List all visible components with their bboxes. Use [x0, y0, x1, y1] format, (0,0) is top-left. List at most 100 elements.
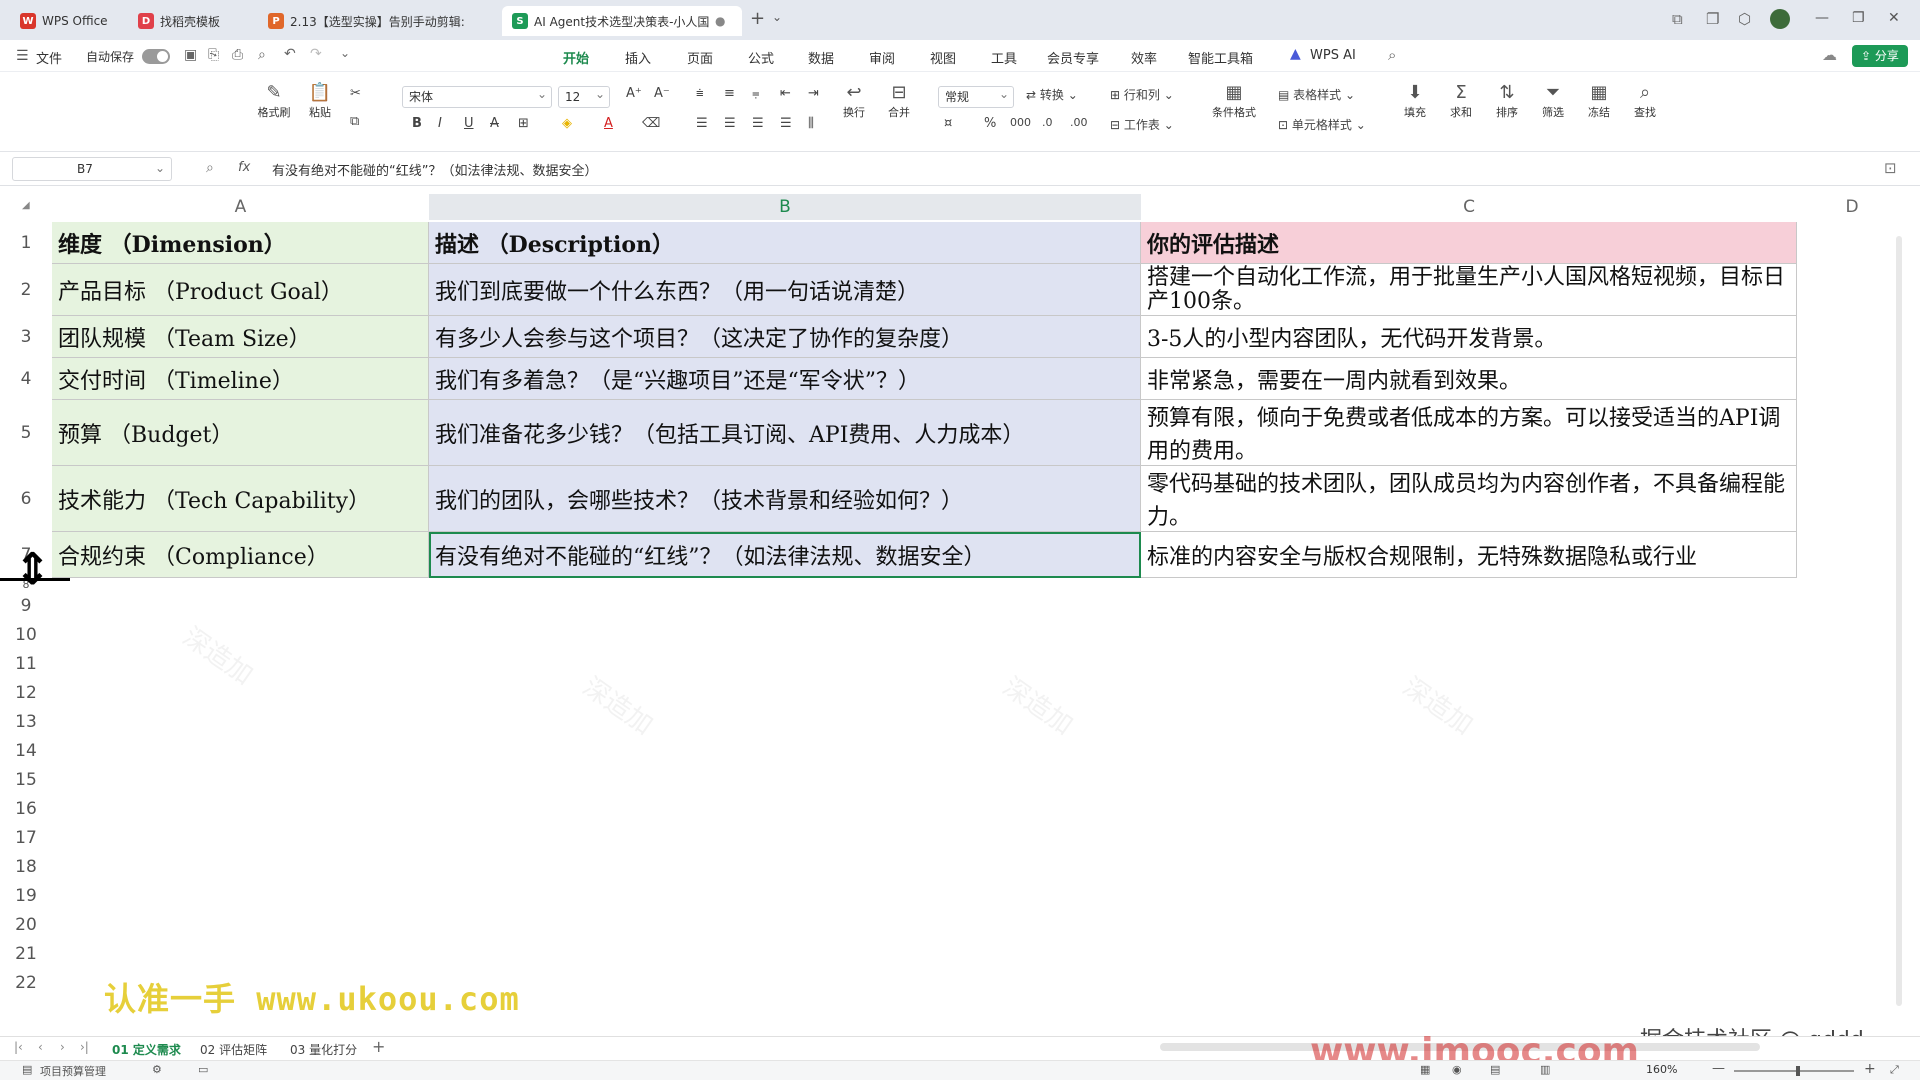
align-center-icon[interactable]: ☰	[724, 116, 736, 131]
add-sheet-icon[interactable]: +	[372, 1037, 385, 1056]
font-color-icon[interactable]: A	[604, 116, 613, 131]
new-tab-icon[interactable]: +	[750, 8, 765, 29]
column-header-b[interactable]: B	[429, 194, 1141, 220]
row-header[interactable]: 4	[0, 358, 52, 400]
align-bottom-icon[interactable]: ⩦	[752, 86, 760, 101]
menu-home[interactable]: 开始	[563, 48, 590, 74]
save-icon[interactable]: ▣	[184, 47, 197, 63]
cell-c7[interactable]: 标准的内容安全与版权合规限制，无特殊数据隐私或行业	[1141, 532, 1797, 578]
sheet-tab-eval-matrix[interactable]: 02 评估矩阵	[200, 1041, 267, 1058]
merge-button[interactable]: ⊟ 合并	[878, 82, 920, 120]
row-header[interactable]: 19	[0, 882, 52, 911]
close-tab-icon[interactable]: ●	[715, 14, 725, 28]
column-header-a[interactable]: A	[52, 194, 429, 220]
export-icon[interactable]: ⎘	[208, 47, 219, 63]
next-sheet-icon[interactable]: ›	[60, 1040, 65, 1054]
cell-b2[interactable]: 我们到底要做一个什么东西？（用一句话说清楚）	[429, 264, 1141, 316]
status-macro-icon[interactable]: ⚙	[152, 1063, 162, 1076]
cell-c3[interactable]: 3-5人的小型内容团队，无代码开发背景。	[1141, 316, 1797, 358]
row-header[interactable]: 11	[0, 650, 52, 679]
cell-b4[interactable]: 我们有多着急？（是“兴趣项目”还是“军令状”？）	[429, 358, 1141, 400]
vertical-scrollbar[interactable]	[1896, 236, 1902, 1006]
underline-icon[interactable]: U	[464, 116, 474, 131]
row-header[interactable]: 20	[0, 911, 52, 940]
increase-decimal-icon[interactable]: .0	[1042, 116, 1053, 129]
menu-tools[interactable]: 工具	[991, 48, 1017, 67]
tab-list-icon[interactable]: ⌄	[772, 10, 782, 24]
tab-spreadsheet-active[interactable]: S AI Agent技术选型决策表-小人国 ●	[502, 6, 742, 36]
row-header[interactable]: 15	[0, 766, 52, 795]
tab-template[interactable]: D 找稻壳模板	[128, 6, 258, 36]
menu-efficiency[interactable]: 效率	[1131, 48, 1157, 67]
zoom-out-icon[interactable]: —	[1712, 1061, 1725, 1076]
row-header[interactable]: 22	[0, 969, 52, 998]
menu-formula[interactable]: 公式	[748, 48, 774, 67]
menu-file[interactable]: 文件	[36, 48, 62, 67]
eye-protect-icon[interactable]: ◉	[1452, 1063, 1462, 1076]
row-header[interactable]: 1	[0, 222, 52, 264]
cell-c1[interactable]: 你的评估描述	[1141, 222, 1797, 264]
column-header-c[interactable]: C	[1141, 194, 1797, 220]
cloud-icon[interactable]: ☁	[1822, 46, 1837, 64]
thousands-icon[interactable]: 000	[1010, 116, 1031, 129]
view-normal-icon[interactable]: ▦	[1420, 1063, 1430, 1076]
format-painter-button[interactable]: ✎ 格式刷	[256, 82, 292, 120]
tab-wps-office[interactable]: W WPS Office	[10, 6, 130, 36]
row-header[interactable]: 9	[0, 592, 52, 621]
cell-style-button[interactable]: ⊡ 单元格样式 ⌄	[1278, 116, 1366, 133]
undo-icon[interactable]: ↶	[284, 46, 296, 62]
column-header-d[interactable]: D	[1797, 194, 1906, 220]
decrease-decimal-icon[interactable]: .00	[1070, 116, 1088, 129]
cell-c4[interactable]: 非常紧急，需要在一周内就看到效果。	[1141, 358, 1797, 400]
font-name-select[interactable]: 宋体	[402, 84, 552, 108]
autosave-toggle[interactable]	[142, 49, 170, 64]
menu-data[interactable]: 数据	[808, 48, 834, 67]
row-header[interactable]: 10	[0, 621, 52, 650]
expand-formula-icon[interactable]: ⊡	[1884, 159, 1897, 177]
window-icon[interactable]: ❐	[1706, 10, 1719, 28]
justify-icon[interactable]: ☰	[780, 116, 792, 131]
font-size-select[interactable]: 12	[558, 84, 610, 108]
fullscreen-icon[interactable]: ⤢	[1890, 1063, 1899, 1077]
indent-decrease-icon[interactable]: ⇤	[780, 86, 791, 101]
cut-icon[interactable]: ✂	[350, 86, 361, 101]
close-window-icon[interactable]: ✕	[1888, 10, 1900, 26]
redo-icon[interactable]: ↷	[310, 46, 322, 62]
select-all-corner[interactable]: ◢	[22, 200, 30, 211]
menu-insert[interactable]: 插入	[625, 48, 651, 67]
last-sheet-icon[interactable]: ›|	[80, 1040, 89, 1054]
cell-a3[interactable]: 团队规模 （Team Size）	[52, 316, 429, 358]
table-style-button[interactable]: ▤ 表格样式 ⌄	[1278, 86, 1355, 103]
cell-b6[interactable]: 我们的团队，会哪些技术？（技术背景和经验如何？）	[429, 466, 1141, 532]
menu-member[interactable]: 会员专享	[1047, 48, 1099, 67]
menu-view[interactable]: 视图	[930, 48, 956, 67]
row-header[interactable]: 21	[0, 940, 52, 969]
distribute-icon[interactable]: ⫼	[808, 116, 814, 131]
quick-access-dropdown-icon[interactable]: ⌄	[340, 46, 350, 60]
row-header[interactable]: 17	[0, 824, 52, 853]
restore-icon[interactable]: ❐	[1852, 10, 1865, 26]
zoom-in-icon[interactable]: +	[1864, 1061, 1876, 1077]
filter-button[interactable]: ⏷ 筛选	[1534, 82, 1572, 120]
row-header[interactable]: 13	[0, 708, 52, 737]
number-format-select[interactable]: 常规	[938, 84, 1014, 108]
sheet-tab-define-needs[interactable]: 01 定义需求	[112, 1041, 181, 1062]
menu-wps-ai[interactable]: WPS AI	[1310, 48, 1356, 63]
print-icon[interactable]: ⎙	[232, 47, 243, 63]
sort-button[interactable]: ⇅ 排序	[1488, 82, 1526, 120]
row-header[interactable]: 16	[0, 795, 52, 824]
cell-b3[interactable]: 有多少人会参与这个项目？（这决定了协作的复杂度）	[429, 316, 1141, 358]
cell-c2[interactable]: 搭建一个自动化工作流，用于批量生产小人国风格短视频，目标日产100条。	[1141, 264, 1797, 316]
fill-button[interactable]: ⬇ 填充	[1396, 82, 1434, 120]
sheet-tab-scoring[interactable]: 03 量化打分	[290, 1041, 357, 1058]
formula-input[interactable]: 有没有绝对不能碰的“红线”？（如法律法规、数据安全）	[272, 160, 597, 179]
page-break-icon[interactable]: ▥	[1540, 1063, 1550, 1076]
align-right-icon[interactable]: ☰	[752, 116, 764, 131]
menu-review[interactable]: 审阅	[869, 48, 895, 67]
prev-sheet-icon[interactable]: ‹	[38, 1040, 43, 1054]
worksheet-button[interactable]: ⊟ 工作表 ⌄	[1110, 116, 1174, 133]
fx-icon[interactable]: fx	[238, 160, 250, 175]
menu-smart-toolbox[interactable]: 智能工具箱	[1188, 48, 1253, 67]
spreadsheet-grid[interactable]: ◢ A B C D 1 2 3 4 5 6 7 8 9 10 11 12 13 14 15 1…	[0, 186, 1906, 1036]
cell-c6[interactable]: 零代码基础的技术团队，团队成员均为内容创作者，不具备编程能力。	[1141, 466, 1797, 532]
